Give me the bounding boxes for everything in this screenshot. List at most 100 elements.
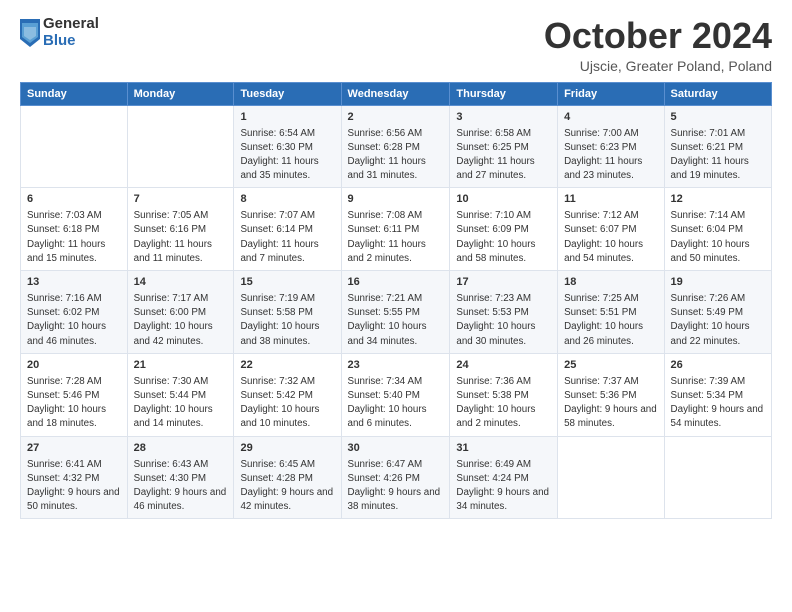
header-thursday: Thursday xyxy=(450,82,558,105)
day-number: 26 xyxy=(671,358,765,374)
daylight-text: Daylight: 11 hours and 35 minutes. xyxy=(240,155,334,183)
header-wednesday: Wednesday xyxy=(341,82,450,105)
logo-text: General Blue xyxy=(43,16,99,49)
sunset-text: Sunset: 5:40 PM xyxy=(348,389,444,403)
calendar-cell: 29Sunrise: 6:45 AMSunset: 4:28 PMDayligh… xyxy=(234,436,341,519)
calendar-cell: 3Sunrise: 6:58 AMSunset: 6:25 PMDaylight… xyxy=(450,105,558,188)
calendar-cell: 27Sunrise: 6:41 AMSunset: 4:32 PMDayligh… xyxy=(21,436,128,519)
sunset-text: Sunset: 6:25 PM xyxy=(456,141,551,155)
daylight-text: Daylight: 10 hours and 54 minutes. xyxy=(564,238,657,266)
sunrise-text: Sunrise: 7:10 AM xyxy=(456,209,551,223)
sunset-text: Sunset: 6:00 PM xyxy=(134,306,228,320)
header-friday: Friday xyxy=(558,82,664,105)
daylight-text: Daylight: 11 hours and 27 minutes. xyxy=(456,155,551,183)
calendar-cell: 8Sunrise: 7:07 AMSunset: 6:14 PMDaylight… xyxy=(234,188,341,271)
sunrise-text: Sunrise: 6:47 AM xyxy=(348,458,444,472)
sunrise-text: Sunrise: 7:17 AM xyxy=(134,292,228,306)
week-row-3: 13Sunrise: 7:16 AMSunset: 6:02 PMDayligh… xyxy=(21,271,772,354)
daylight-text: Daylight: 10 hours and 10 minutes. xyxy=(240,403,334,431)
sunrise-text: Sunrise: 7:36 AM xyxy=(456,375,551,389)
header: General Blue October 2024 Ujscie, Greate… xyxy=(20,16,772,74)
sunset-text: Sunset: 6:28 PM xyxy=(348,141,444,155)
day-number: 14 xyxy=(134,275,228,291)
sunset-text: Sunset: 6:02 PM xyxy=(27,306,121,320)
calendar-cell: 30Sunrise: 6:47 AMSunset: 4:26 PMDayligh… xyxy=(341,436,450,519)
calendar-cell: 9Sunrise: 7:08 AMSunset: 6:11 PMDaylight… xyxy=(341,188,450,271)
calendar-cell xyxy=(558,436,664,519)
day-number: 19 xyxy=(671,275,765,291)
daylight-text: Daylight: 11 hours and 15 minutes. xyxy=(27,238,121,266)
calendar-cell: 25Sunrise: 7:37 AMSunset: 5:36 PMDayligh… xyxy=(558,353,664,436)
sunrise-text: Sunrise: 7:16 AM xyxy=(27,292,121,306)
calendar-cell: 4Sunrise: 7:00 AMSunset: 6:23 PMDaylight… xyxy=(558,105,664,188)
sunrise-text: Sunrise: 7:08 AM xyxy=(348,209,444,223)
sunrise-text: Sunrise: 7:28 AM xyxy=(27,375,121,389)
day-number: 8 xyxy=(240,192,334,208)
sunset-text: Sunset: 5:34 PM xyxy=(671,389,765,403)
sunrise-text: Sunrise: 6:45 AM xyxy=(240,458,334,472)
day-number: 20 xyxy=(27,358,121,374)
day-number: 24 xyxy=(456,358,551,374)
sunrise-text: Sunrise: 6:58 AM xyxy=(456,127,551,141)
day-number: 31 xyxy=(456,441,551,457)
sunset-text: Sunset: 5:55 PM xyxy=(348,306,444,320)
sunrise-text: Sunrise: 7:39 AM xyxy=(671,375,765,389)
daylight-text: Daylight: 10 hours and 18 minutes. xyxy=(27,403,121,431)
sunrise-text: Sunrise: 7:37 AM xyxy=(564,375,657,389)
daylight-text: Daylight: 10 hours and 14 minutes. xyxy=(134,403,228,431)
sunrise-text: Sunrise: 7:14 AM xyxy=(671,209,765,223)
daylight-text: Daylight: 9 hours and 50 minutes. xyxy=(27,486,121,514)
calendar-cell: 14Sunrise: 7:17 AMSunset: 6:00 PMDayligh… xyxy=(127,271,234,354)
daylight-text: Daylight: 10 hours and 50 minutes. xyxy=(671,238,765,266)
sunset-text: Sunset: 6:30 PM xyxy=(240,141,334,155)
sunset-text: Sunset: 6:11 PM xyxy=(348,223,444,237)
sunrise-text: Sunrise: 7:00 AM xyxy=(564,127,657,141)
sunset-text: Sunset: 5:58 PM xyxy=(240,306,334,320)
sunrise-text: Sunrise: 7:05 AM xyxy=(134,209,228,223)
daylight-text: Daylight: 11 hours and 2 minutes. xyxy=(348,238,444,266)
calendar-cell: 11Sunrise: 7:12 AMSunset: 6:07 PMDayligh… xyxy=(558,188,664,271)
daylight-text: Daylight: 10 hours and 26 minutes. xyxy=(564,320,657,348)
calendar-cell: 15Sunrise: 7:19 AMSunset: 5:58 PMDayligh… xyxy=(234,271,341,354)
header-tuesday: Tuesday xyxy=(234,82,341,105)
day-number: 17 xyxy=(456,275,551,291)
calendar-cell xyxy=(21,105,128,188)
sunset-text: Sunset: 4:30 PM xyxy=(134,472,228,486)
day-number: 25 xyxy=(564,358,657,374)
sunrise-text: Sunrise: 6:43 AM xyxy=(134,458,228,472)
title-block: October 2024 Ujscie, Greater Poland, Pol… xyxy=(544,16,772,74)
calendar-cell: 1Sunrise: 6:54 AMSunset: 6:30 PMDaylight… xyxy=(234,105,341,188)
sunrise-text: Sunrise: 7:32 AM xyxy=(240,375,334,389)
sunset-text: Sunset: 6:09 PM xyxy=(456,223,551,237)
daylight-text: Daylight: 11 hours and 19 minutes. xyxy=(671,155,765,183)
calendar-body: 1Sunrise: 6:54 AMSunset: 6:30 PMDaylight… xyxy=(21,105,772,519)
calendar-cell: 2Sunrise: 6:56 AMSunset: 6:28 PMDaylight… xyxy=(341,105,450,188)
daylight-text: Daylight: 10 hours and 30 minutes. xyxy=(456,320,551,348)
header-sunday: Sunday xyxy=(21,82,128,105)
calendar-table: Sunday Monday Tuesday Wednesday Thursday… xyxy=(20,82,772,520)
sunset-text: Sunset: 4:32 PM xyxy=(27,472,121,486)
calendar-cell: 20Sunrise: 7:28 AMSunset: 5:46 PMDayligh… xyxy=(21,353,128,436)
location: Ujscie, Greater Poland, Poland xyxy=(544,58,772,74)
sunrise-text: Sunrise: 7:21 AM xyxy=(348,292,444,306)
sunset-text: Sunset: 6:21 PM xyxy=(671,141,765,155)
page: General Blue October 2024 Ujscie, Greate… xyxy=(0,0,792,612)
sunset-text: Sunset: 6:04 PM xyxy=(671,223,765,237)
calendar-cell: 7Sunrise: 7:05 AMSunset: 6:16 PMDaylight… xyxy=(127,188,234,271)
sunset-text: Sunset: 5:42 PM xyxy=(240,389,334,403)
sunrise-text: Sunrise: 6:49 AM xyxy=(456,458,551,472)
logo-general: General xyxy=(43,16,99,33)
day-number: 22 xyxy=(240,358,334,374)
sunset-text: Sunset: 5:49 PM xyxy=(671,306,765,320)
calendar-header: Sunday Monday Tuesday Wednesday Thursday… xyxy=(21,82,772,105)
sunset-text: Sunset: 6:07 PM xyxy=(564,223,657,237)
header-monday: Monday xyxy=(127,82,234,105)
sunrise-text: Sunrise: 6:41 AM xyxy=(27,458,121,472)
daylight-text: Daylight: 10 hours and 58 minutes. xyxy=(456,238,551,266)
day-number: 11 xyxy=(564,192,657,208)
daylight-text: Daylight: 11 hours and 23 minutes. xyxy=(564,155,657,183)
day-number: 1 xyxy=(240,110,334,126)
week-row-4: 20Sunrise: 7:28 AMSunset: 5:46 PMDayligh… xyxy=(21,353,772,436)
day-number: 23 xyxy=(348,358,444,374)
header-saturday: Saturday xyxy=(664,82,771,105)
